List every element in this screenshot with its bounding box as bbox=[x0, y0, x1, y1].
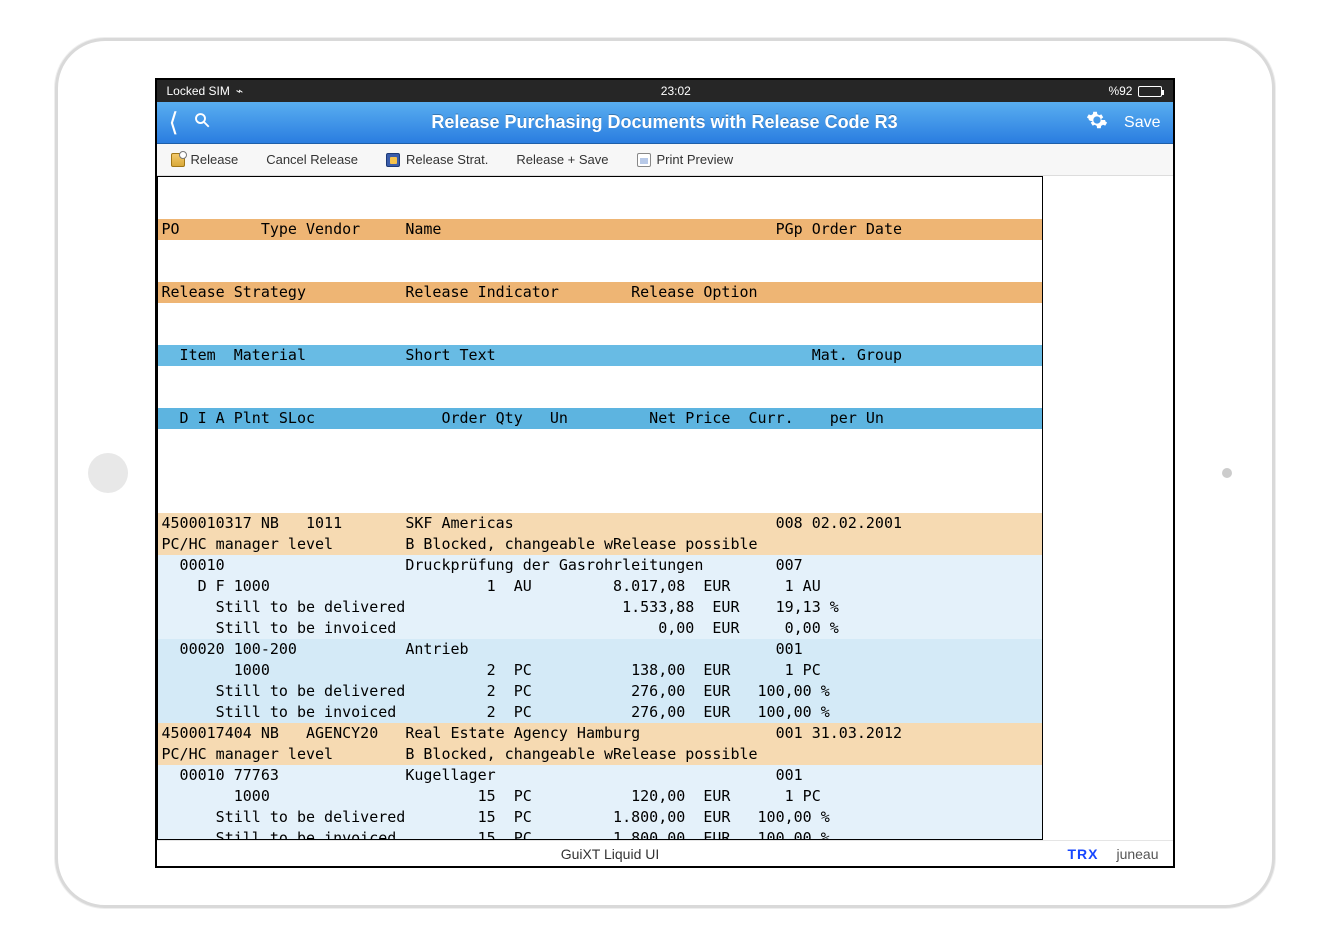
camera-dot bbox=[1222, 468, 1232, 478]
search-icon[interactable] bbox=[193, 111, 211, 134]
home-button[interactable] bbox=[88, 453, 128, 493]
device-screen: Locked SIM ⌁ 23:02 %92 ⟨ Release Purchas… bbox=[155, 78, 1175, 868]
release-save-button[interactable]: Release + Save bbox=[516, 152, 608, 167]
main-content: PO Type Vendor Name PGp Order Date Relea… bbox=[157, 176, 1173, 840]
cancel-release-button[interactable]: Cancel Release bbox=[266, 152, 358, 167]
list-row[interactable]: Still to be delivered 2 PC 276,00 EUR 10… bbox=[158, 681, 1042, 702]
save-button[interactable]: Save bbox=[1124, 114, 1160, 132]
list-row[interactable]: PC/HC manager level B Blocked, changeabl… bbox=[158, 744, 1042, 765]
list-row[interactable]: 00010 77763 Kugellager 001 bbox=[158, 765, 1042, 786]
cancel-release-label: Cancel Release bbox=[266, 152, 358, 167]
toolbar: Release Cancel Release Release Strat. Re… bbox=[157, 144, 1173, 176]
print-preview-button[interactable]: Print Preview bbox=[637, 152, 734, 167]
status-bar: Locked SIM ⌁ 23:02 %92 bbox=[157, 80, 1173, 102]
list-row[interactable]: 1000 2 PC 138,00 EUR 1 PC bbox=[158, 660, 1042, 681]
wifi-icon: ⌁ bbox=[236, 84, 243, 98]
gear-icon[interactable] bbox=[1086, 109, 1108, 137]
tablet-frame: Locked SIM ⌁ 23:02 %92 ⟨ Release Purchas… bbox=[55, 38, 1275, 908]
header-row-4: D I A Plnt SLoc Order Qty Un Net Price C… bbox=[158, 408, 1042, 429]
header-row-3: Item Material Short Text Mat. Group bbox=[158, 345, 1042, 366]
print-icon bbox=[637, 153, 651, 167]
list-row[interactable]: Still to be invoiced 2 PC 276,00 EUR 100… bbox=[158, 702, 1042, 723]
page-title: Release Purchasing Documents with Releas… bbox=[157, 112, 1173, 133]
print-preview-label: Print Preview bbox=[657, 152, 734, 167]
header-row-2: Release Strategy Release Indicator Relea… bbox=[158, 282, 1042, 303]
trx-button[interactable]: TRX bbox=[1067, 846, 1098, 862]
list-row[interactable]: Still to be invoiced 0,00 EUR 0,00 % bbox=[158, 618, 1042, 639]
release-list[interactable]: PO Type Vendor Name PGp Order Date Relea… bbox=[157, 176, 1043, 840]
footer-bar: GuiXT Liquid UI TRX juneau bbox=[157, 840, 1173, 866]
carrier-label: Locked SIM bbox=[167, 84, 230, 98]
host-label: juneau bbox=[1116, 846, 1158, 862]
list-row[interactable]: 4500010317 NB 1011 SKF Americas 008 02.0… bbox=[158, 513, 1042, 534]
app-name: GuiXT Liquid UI bbox=[171, 846, 1050, 862]
list-row[interactable]: Still to be invoiced 15 PC 1.800,00 EUR … bbox=[158, 828, 1042, 840]
battery-percent: %92 bbox=[1108, 84, 1132, 98]
list-row[interactable]: D F 1000 1 AU 8.017,08 EUR 1 AU bbox=[158, 576, 1042, 597]
list-row[interactable]: 00020 100-200 Antrieb 001 bbox=[158, 639, 1042, 660]
nav-bar: ⟨ Release Purchasing Documents with Rele… bbox=[157, 102, 1173, 144]
release-strat-button[interactable]: Release Strat. bbox=[386, 152, 488, 167]
list-row[interactable]: PC/HC manager level B Blocked, changeabl… bbox=[158, 534, 1042, 555]
list-row[interactable]: Still to be delivered 15 PC 1.800,00 EUR… bbox=[158, 807, 1042, 828]
list-row[interactable] bbox=[158, 492, 1042, 513]
release-button[interactable]: Release bbox=[171, 152, 239, 167]
list-row[interactable]: Still to be delivered 1.533,88 EUR 19,13… bbox=[158, 597, 1042, 618]
list-row[interactable]: 4500017404 NB AGENCY20 Real Estate Agenc… bbox=[158, 723, 1042, 744]
header-row-1: PO Type Vendor Name PGp Order Date bbox=[158, 219, 1042, 240]
battery-icon bbox=[1138, 86, 1162, 97]
release-save-label: Release + Save bbox=[516, 152, 608, 167]
list-row[interactable]: 00010 Druckprüfung der Gasrohrleitungen … bbox=[158, 555, 1042, 576]
back-button[interactable]: ⟨ bbox=[169, 107, 179, 138]
list-row[interactable]: 1000 15 PC 120,00 EUR 1 PC bbox=[158, 786, 1042, 807]
release-label: Release bbox=[191, 152, 239, 167]
right-gutter bbox=[1043, 176, 1173, 840]
release-strat-label: Release Strat. bbox=[406, 152, 488, 167]
strategy-icon bbox=[386, 153, 400, 167]
clock: 23:02 bbox=[661, 84, 691, 98]
unlock-icon bbox=[171, 153, 185, 167]
